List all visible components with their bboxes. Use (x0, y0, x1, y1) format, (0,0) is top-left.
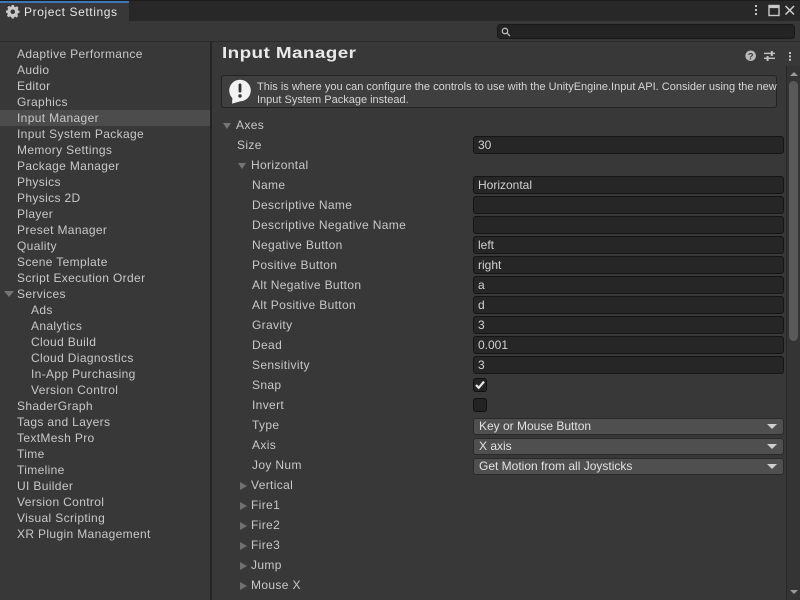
svg-text:?: ? (748, 51, 754, 62)
